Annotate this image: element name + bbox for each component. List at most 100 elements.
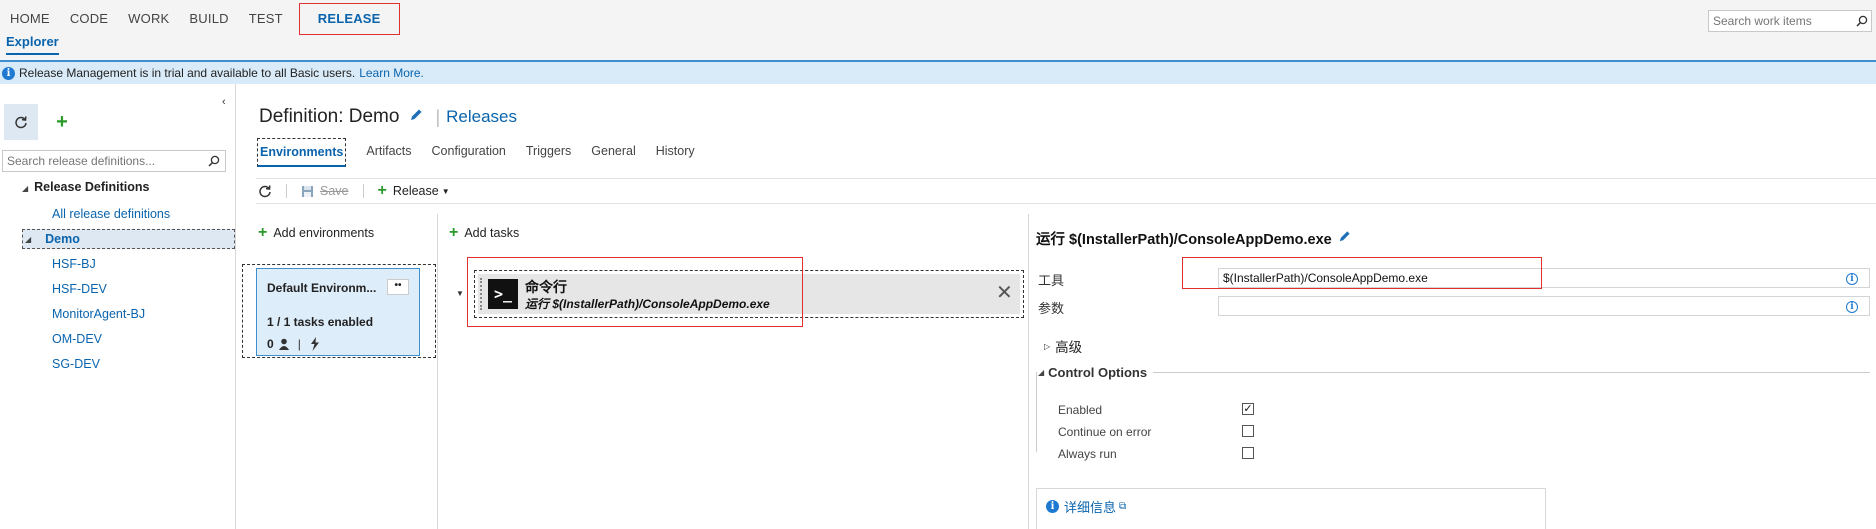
definition-title: Definition: Demo [259,106,400,127]
edit-pencil-icon[interactable] [1338,230,1351,247]
nav-release[interactable]: RELEASE [298,3,400,35]
tree-root[interactable]: ◢ Release Definitions [22,180,149,194]
definition-toolbar: Save + Release ▼ [256,178,1876,204]
approvers-count: 0 [267,337,274,351]
annotation-highlight-tool-field [1182,257,1542,289]
subnav-explorer[interactable]: Explorer [6,34,59,55]
top-bar: HOME CODE WORK BUILD TEST RELEASE Explor… [0,0,1876,60]
tab-history[interactable]: History [656,138,695,167]
tree-item-hsf-dev[interactable]: HSF-DEV [52,282,107,296]
release-button[interactable]: + Release ▼ [377,182,450,199]
tool-help-info-icon[interactable]: i [1846,273,1858,285]
toolbar-separator [286,184,287,198]
more-info-link[interactable]: i 详细信息 ⧉ [1046,497,1126,516]
args-help-info-icon[interactable]: i [1846,301,1858,313]
definitions-sidebar: ‹ + ◢ Release Definitions All release def… [0,84,236,529]
environment-menu-button[interactable]: •• [387,279,409,295]
trial-banner: i Release Management is in trial and ava… [0,60,1876,84]
tree-item-monitoragent-bj[interactable]: MonitorAgent-BJ [52,307,145,321]
control-options-label: Control Options [1048,364,1148,380]
tab-artifacts[interactable]: Artifacts [366,138,411,167]
plus-icon: + [449,224,459,241]
refresh-button[interactable] [258,184,272,198]
always-run-checkbox[interactable] [1242,447,1254,459]
expand-triangle-icon[interactable]: ◢ [22,184,28,193]
approver-person-icon[interactable] [278,338,290,351]
search-icon[interactable] [208,155,220,167]
annotation-highlight-task [467,257,803,327]
nav-work[interactable]: WORK [118,0,179,38]
environments-column: + Add environments Default Environm... •… [240,214,438,529]
control-options-header[interactable]: ◢ Control Options [1038,362,1870,382]
work-item-search[interactable] [1708,10,1872,32]
task-properties-title: 运行 $(InstallerPath)/ConsoleAppDemo.exe [1036,228,1351,249]
enabled-checkbox[interactable]: ✓ [1242,403,1254,415]
environment-card[interactable]: Default Environm... •• 1 / 1 tasks enabl… [256,268,420,356]
expand-triangle-icon: ▷ [1044,341,1051,351]
tree-root-label: Release Definitions [34,180,150,194]
refresh-definitions-button[interactable] [4,104,38,140]
plus-icon: + [56,111,68,133]
task-collapse-caret-icon[interactable]: ▼ [456,289,464,298]
search-icon[interactable] [1853,12,1871,30]
tab-triggers[interactable]: Triggers [526,138,571,167]
deploy-conditions-icon[interactable] [309,337,321,351]
tab-configuration[interactable]: Configuration [432,138,506,167]
definition-header: Definition: Demo | Releases [259,106,517,128]
tree-item-demo-label: Demo [45,232,80,246]
release-label: Release [392,184,439,198]
continue-on-error-checkbox[interactable] [1242,425,1254,437]
section-divider [1153,371,1870,373]
environment-name: Default Environm... [267,281,377,295]
args-field-label: 参数 [1038,301,1065,316]
tasks-enabled-count: 1 / 1 tasks enabled [267,315,374,329]
section-left-border [1036,372,1037,452]
advanced-section-toggle[interactable]: ▷ 高级 [1044,336,1082,356]
tree-item-all[interactable]: All release definitions [52,207,170,221]
external-link-icon: ⧉ [1119,501,1127,512]
tree-item-hsf-bj[interactable]: HSF-BJ [52,257,96,271]
info-icon: i [1046,500,1059,513]
save-icon [302,185,313,197]
add-tasks-button[interactable]: + Add tasks [449,224,519,241]
plus-icon: + [258,224,268,241]
collapse-chevron-icon[interactable]: ‹ [222,96,226,108]
top-nav: HOME CODE WORK BUILD TEST RELEASE [0,0,400,38]
add-definition-button[interactable]: + [52,112,72,132]
nav-build[interactable]: BUILD [179,0,238,38]
tree-item-om-dev[interactable]: OM-DEV [52,332,102,346]
edit-pencil-icon[interactable] [409,106,423,128]
definition-search-input[interactable] [3,154,208,168]
definition-tabs: Environments Artifacts Configuration Tri… [257,138,715,167]
save-button[interactable]: Save [301,184,349,198]
environment-meta: 0 | [267,337,321,351]
definition-search[interactable] [2,150,226,172]
args-field-input[interactable] [1218,296,1870,316]
tab-general[interactable]: General [591,138,635,167]
info-icon: i [2,66,15,80]
title-separator: | [435,106,441,127]
learn-more-link[interactable]: Learn More. [359,66,424,80]
expand-triangle-icon: ◢ [1038,367,1045,377]
more-info-label: 详细信息 [1064,500,1117,515]
plus-icon: + [377,182,387,199]
nav-code[interactable]: CODE [60,0,118,38]
work-item-search-input[interactable] [1709,14,1853,28]
tree-item-sg-dev[interactable]: SG-DEV [52,357,100,371]
nav-home[interactable]: HOME [0,0,60,38]
remove-task-close-icon[interactable]: ✕ [996,280,1013,305]
tool-field-label: 工具 [1038,273,1065,288]
nav-test[interactable]: TEST [239,0,293,38]
enabled-option-label: Enabled [1058,403,1103,417]
expand-triangle-icon[interactable]: ◢ [25,235,31,244]
refresh-icon [15,116,27,129]
properties-title-text: 运行 $(InstallerPath)/ConsoleAppDemo.exe [1036,232,1332,248]
tree-item-demo[interactable]: ◢ Demo [22,229,235,249]
releases-link[interactable]: Releases [446,107,517,127]
add-environments-button[interactable]: + Add environments [258,224,374,241]
meta-separator: | [297,337,301,351]
advanced-label: 高级 [1055,340,1083,355]
dropdown-caret-icon[interactable]: ▼ [442,187,450,196]
tab-environments[interactable]: Environments [257,138,347,167]
always-run-option-label: Always run [1058,447,1117,461]
